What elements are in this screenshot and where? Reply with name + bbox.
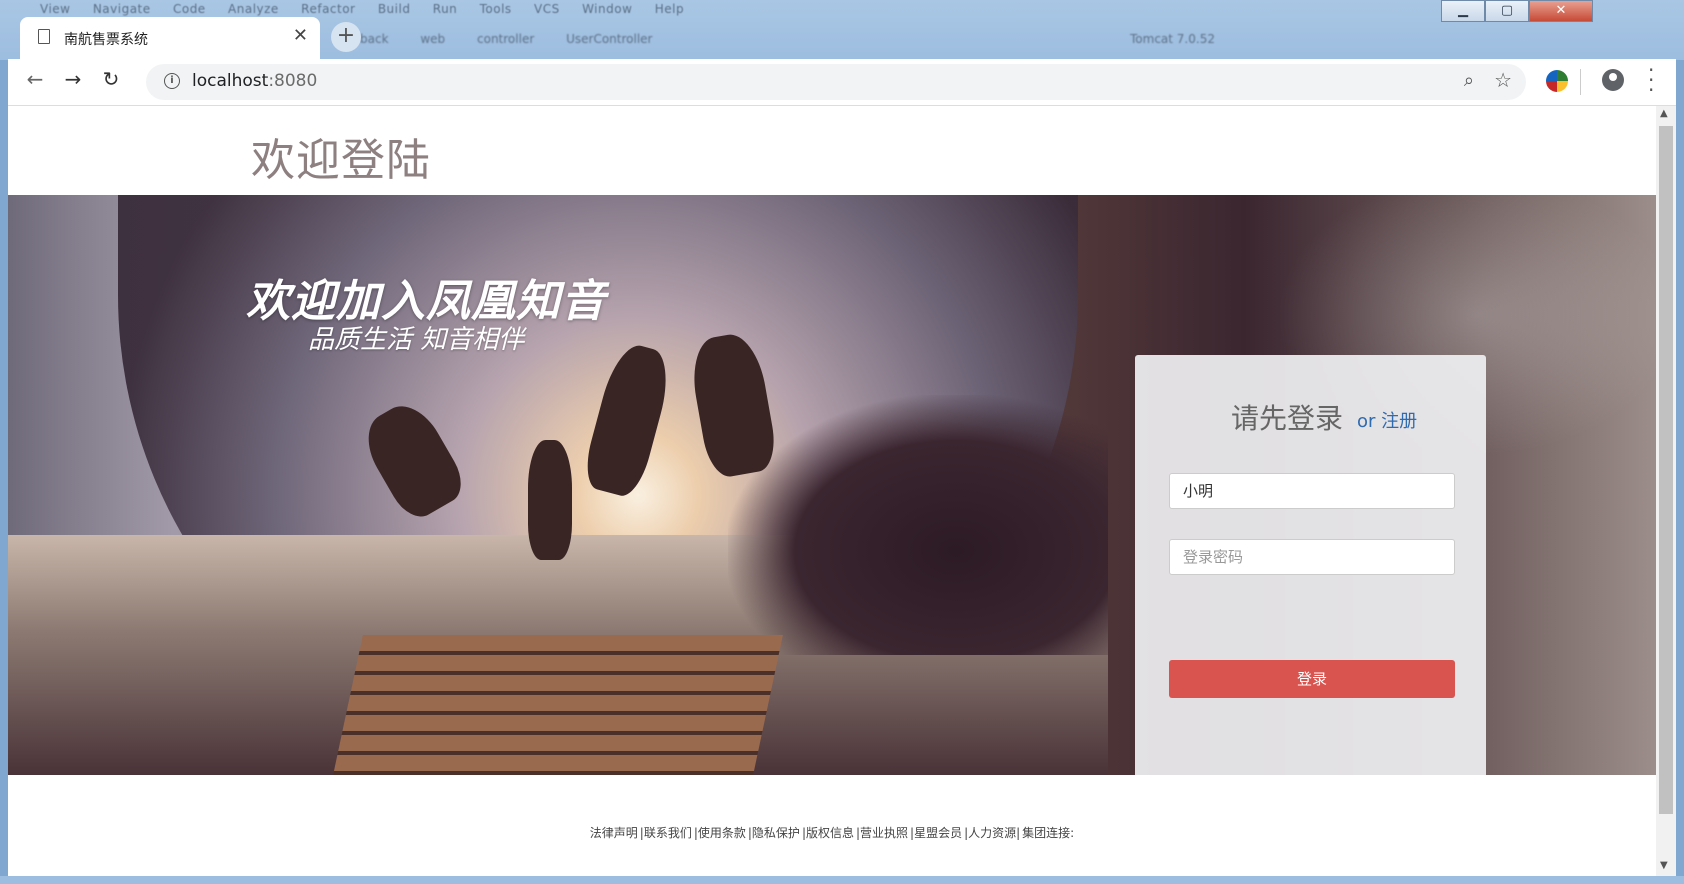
footer-link[interactable]: |星盟会员 [910, 826, 962, 840]
close-window-button[interactable]: ✕ [1529, 0, 1593, 22]
extension-icon[interactable] [1546, 70, 1568, 92]
footer-link[interactable]: |使用条款 [694, 826, 746, 840]
login-button[interactable]: 登录 [1169, 660, 1455, 698]
footer-link[interactable]: 法律声明 [590, 826, 638, 840]
username-input[interactable]: 小明 [1169, 473, 1455, 509]
footer-link[interactable]: |联系我们 [640, 826, 692, 840]
tab-title: 南航售票系统 [64, 32, 148, 48]
footer-links: 法律声明 |联系我们 |使用条款 |隐私保护 |版权信息 |营业执照 |星盟会员 |人力资源|… [8, 824, 1656, 841]
minimize-button[interactable]: ▁ [1441, 0, 1485, 22]
hero-image-dock [333, 635, 783, 775]
ide-breadcrumb-item: web [420, 32, 446, 46]
ide-breadcrumb: back web controller UserController [360, 32, 680, 46]
hero-image-trees [728, 395, 1108, 655]
page-viewport: 欢迎登陆 欢迎加入凤凰知音 品质生活 知音相伴 请先登录 or 注册 小明 登录… [8, 106, 1656, 876]
hero-image-person [528, 440, 572, 560]
address-bar[interactable]: i localhost:8080 ⌕ ☆ [146, 64, 1526, 100]
account-avatar-icon[interactable] [1602, 69, 1624, 91]
ide-menu-item: Analyze [228, 2, 279, 16]
ide-breadcrumb-item: back [360, 32, 389, 46]
ide-menu-item: VCS [534, 2, 560, 16]
ide-menu-item: Tools [479, 2, 512, 16]
url-host: localhost [192, 71, 269, 91]
site-info-icon[interactable]: i [164, 73, 180, 89]
browser-tab[interactable]: 南航售票系统 ✕ [20, 17, 320, 59]
tab-close-icon[interactable]: ✕ [293, 25, 308, 46]
footer-link[interactable]: |人力资源| [964, 826, 1020, 840]
hero-banner: 欢迎加入凤凰知音 品质生活 知音相伴 请先登录 or 注册 小明 登录密码 登录 [8, 195, 1656, 775]
url-port: :8080 [268, 71, 318, 91]
ide-run-config: Tomcat 7.0.52 [1130, 32, 1215, 46]
ide-breadcrumb-item: UserController [566, 32, 653, 46]
browser-menu-icon[interactable]: · · · [1648, 60, 1654, 100]
ide-breadcrumb-item: controller [477, 32, 535, 46]
login-title: 请先登录 [1231, 402, 1344, 435]
page-icon [38, 29, 50, 44]
ide-menu-item: Refactor [301, 2, 356, 16]
password-input[interactable]: 登录密码 [1169, 539, 1455, 575]
page-title: 欢迎登陆 [251, 135, 431, 186]
ide-menu-item: Build [377, 2, 411, 16]
window-controls: ▁ ▢ ✕ [1441, 0, 1593, 22]
register-link[interactable]: or 注册 [1357, 407, 1417, 433]
maximize-button[interactable]: ▢ [1485, 0, 1529, 22]
ide-menu-item: Run [432, 2, 458, 16]
window-frame-bottom [0, 876, 1684, 884]
toolbar-divider [1580, 69, 1581, 95]
back-arrow-icon[interactable]: ← [20, 67, 50, 91]
login-panel: 请先登录 or 注册 小明 登录密码 登录 [1135, 355, 1486, 775]
ide-menu-item: View [40, 2, 71, 16]
footer-link[interactable]: |版权信息 [802, 826, 854, 840]
footer-link[interactable]: |营业执照 [856, 826, 908, 840]
ide-menu-item: Help [654, 2, 685, 16]
url-text[interactable]: localhost:8080 [192, 71, 317, 91]
forward-arrow-icon[interactable]: → [58, 67, 88, 91]
zoom-icon[interactable]: ⌕ [1464, 70, 1474, 91]
bookmark-star-icon[interactable]: ☆ [1494, 68, 1512, 92]
ide-menu: View Navigate Code Analyze Refactor Buil… [40, 2, 702, 16]
reload-icon[interactable]: ↻ [96, 67, 126, 91]
scrollbar-thumb[interactable] [1659, 126, 1673, 814]
ide-menu-item: Navigate [92, 2, 151, 16]
scroll-down-icon[interactable]: ▼ [1660, 860, 1668, 871]
footer-link[interactable]: |隐私保护 [748, 826, 800, 840]
new-tab-button[interactable]: + [331, 22, 361, 52]
ide-menu-item: Code [172, 2, 206, 16]
hero-subtitle: 品质生活 知音相伴 [308, 325, 525, 355]
ide-menu-item: Window [582, 2, 633, 16]
footer-link[interactable]: 集团连接: [1022, 826, 1074, 840]
scroll-up-icon[interactable]: ▲ [1660, 108, 1668, 119]
vertical-scrollbar[interactable]: ▲ ▼ [1656, 106, 1676, 876]
browser-toolbar: ← → ↻ i localhost:8080 ⌕ ☆ · · · [8, 59, 1676, 106]
